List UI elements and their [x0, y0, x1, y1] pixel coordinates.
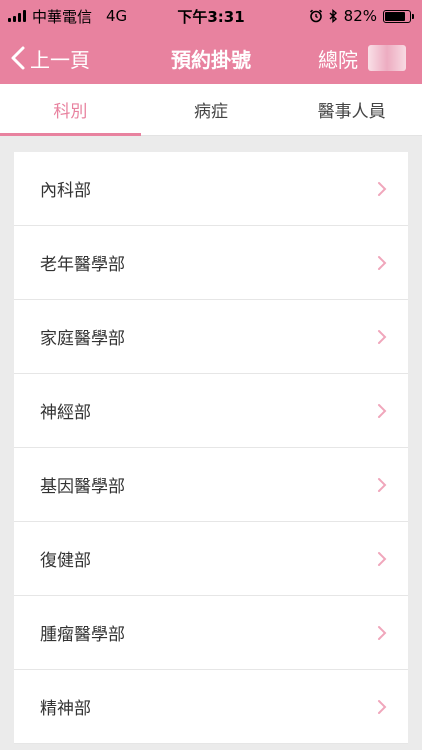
chevron-right-icon — [378, 329, 387, 344]
list-item-label: 內科部 — [40, 181, 91, 201]
status-left: 中華電信 4G — [8, 6, 158, 27]
chevron-right-icon — [378, 551, 387, 566]
list-item-label: 復健部 — [40, 551, 91, 571]
tab-bar: 科別 病症 醫事人員 — [0, 84, 422, 136]
list-item[interactable]: 神經部 — [14, 374, 408, 448]
list-item[interactable]: 老年醫學部 — [14, 226, 408, 300]
tab-department[interactable]: 科別 — [0, 84, 141, 136]
branch-label: 總院 — [318, 47, 358, 72]
list-item-label: 家庭醫學部 — [40, 329, 125, 349]
bluetooth-icon — [329, 9, 337, 23]
list-item-label: 精神部 — [40, 699, 91, 719]
tab-medical-staff[interactable]: 醫事人員 — [281, 84, 422, 135]
list-item[interactable]: 復健部 — [14, 522, 408, 596]
list-item[interactable]: 腫瘤醫學部 — [14, 596, 408, 670]
alarm-icon — [309, 9, 322, 23]
list-item-label: 腫瘤醫學部 — [40, 625, 125, 645]
list-item[interactable]: 基因醫學部 — [14, 448, 408, 522]
battery-percent: 82% — [343, 7, 377, 25]
department-list: 內科部 老年醫學部 家庭醫學部 神經部 基因醫學部 復健部 腫瘤醫學部 精神部 — [14, 152, 408, 744]
chevron-left-icon — [11, 46, 25, 70]
list-item[interactable]: 內科部 — [14, 152, 408, 226]
list-item-label: 基因醫學部 — [40, 477, 125, 497]
blurred-element — [368, 45, 406, 71]
list-item[interactable]: 家庭醫學部 — [14, 300, 408, 374]
status-right: 82% — [264, 7, 414, 25]
status-bar: 中華電信 4G 下午3:31 82% — [0, 0, 422, 32]
nav-bar: 上一頁 預約掛號 總院 — [0, 32, 422, 84]
network-label: 4G — [106, 7, 128, 25]
chevron-right-icon — [378, 255, 387, 270]
list-item-label: 神經部 — [40, 403, 91, 423]
screen: 中華電信 4G 下午3:31 82% 上一頁 預約掛號 總院 科別 病症 醫事人… — [0, 0, 422, 750]
branch-selector[interactable]: 總院 — [282, 44, 422, 73]
chevron-right-icon — [378, 625, 387, 640]
list-item-label: 老年醫學部 — [40, 255, 125, 275]
list-item[interactable]: 精神部 — [14, 670, 408, 744]
chevron-right-icon — [378, 699, 387, 714]
status-time: 下午3:31 — [177, 7, 245, 26]
page-title: 預約掛號 — [171, 47, 251, 72]
chevron-right-icon — [378, 403, 387, 418]
tab-symptom[interactable]: 病症 — [141, 84, 282, 135]
battery-icon — [383, 9, 414, 23]
chevron-right-icon — [378, 477, 387, 492]
carrier-label: 中華電信 — [32, 7, 93, 26]
back-button[interactable]: 上一頁 — [0, 44, 140, 73]
back-label: 上一頁 — [30, 47, 90, 72]
chevron-right-icon — [378, 181, 387, 196]
signal-icon — [8, 10, 26, 22]
